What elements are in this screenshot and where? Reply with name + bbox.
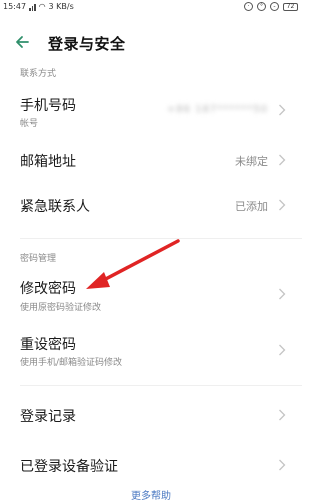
chevron-right-icon xyxy=(279,459,286,471)
phone-number-value: +86 187******50 xyxy=(166,104,268,115)
change-password-title: 修改密码 xyxy=(20,281,76,297)
status-left: 15:47 ◠ 3 KB/s xyxy=(3,2,74,11)
section-label-password: 密码管理 xyxy=(20,254,57,264)
section-label-contact: 联系方式 xyxy=(20,69,57,79)
device-verification-title: 已登录设备验证 xyxy=(20,459,118,475)
device-verification-row[interactable]: 已登录设备验证 xyxy=(0,450,302,484)
chevron-right-icon xyxy=(279,409,286,421)
chevron-right-icon xyxy=(279,344,286,356)
phone-number-row[interactable]: 手机号码 帐号 +86 187******50 xyxy=(0,88,302,138)
network-speed: 3 KB/s xyxy=(48,2,74,11)
status-time: 15:47 xyxy=(3,2,27,11)
notification-icon: · xyxy=(244,2,253,11)
chevron-right-icon xyxy=(279,104,286,116)
chevron-right-icon xyxy=(279,288,286,300)
signal-icon xyxy=(29,3,36,11)
email-value: 未绑定 xyxy=(235,155,268,168)
reset-password-row[interactable]: 重设密码 使用手机/邮箱验证码修改 xyxy=(0,331,302,373)
chevron-right-icon xyxy=(279,199,286,211)
alarm-icon: ° xyxy=(257,2,266,11)
status-bar: 15:47 ◠ 3 KB/s · ° - 72 xyxy=(0,0,302,14)
page-title: 登录与安全 xyxy=(48,35,126,53)
section-divider xyxy=(20,238,302,239)
email-title: 邮箱地址 xyxy=(20,154,76,170)
phone-number-subtitle: 帐号 xyxy=(20,119,39,129)
more-help-link[interactable]: 更多帮助 xyxy=(0,487,302,502)
login-records-title: 登录记录 xyxy=(20,409,76,425)
change-password-row[interactable]: 修改密码 使用原密码验证修改 xyxy=(0,272,302,320)
login-records-row[interactable]: 登录记录 xyxy=(0,398,302,432)
email-row[interactable]: 邮箱地址 未绑定 xyxy=(0,144,302,178)
reset-password-subtitle: 使用手机/邮箱验证码修改 xyxy=(20,358,123,368)
back-arrow-icon[interactable] xyxy=(14,34,30,50)
reset-password-title: 重设密码 xyxy=(20,337,76,353)
section-divider xyxy=(20,385,302,386)
phone-number-title: 手机号码 xyxy=(20,98,76,114)
battery-icon: 72 xyxy=(283,2,298,11)
emergency-contact-value: 已添加 xyxy=(235,200,268,213)
status-right: · ° - 72 xyxy=(244,2,298,11)
wifi-icon: ◠ xyxy=(38,1,46,11)
change-password-subtitle: 使用原密码验证修改 xyxy=(20,303,102,313)
header: 登录与安全 xyxy=(0,26,302,58)
dnd-icon: - xyxy=(270,2,279,11)
chevron-right-icon xyxy=(279,154,286,166)
emergency-contact-title: 紧急联系人 xyxy=(20,199,90,215)
emergency-contact-row[interactable]: 紧急联系人 已添加 xyxy=(0,190,302,224)
